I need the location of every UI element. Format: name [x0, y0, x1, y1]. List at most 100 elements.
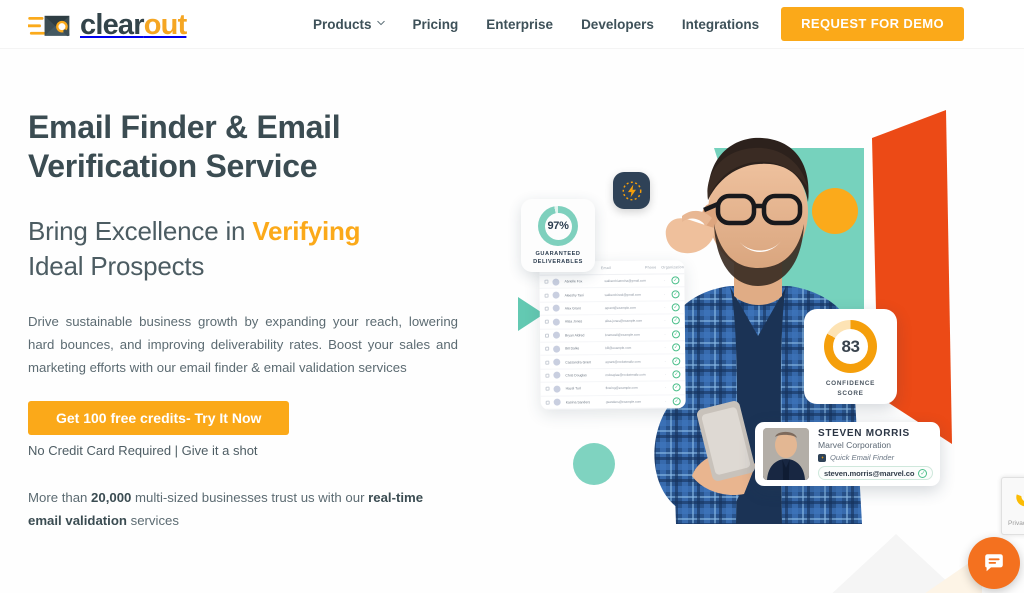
row-email: agrant@rocketmailz.com [605, 359, 641, 364]
contact-name: STEVEN MORRIS [818, 427, 910, 439]
confidence-donut-chart: 83 [824, 320, 877, 373]
nav-label: Integrations [681, 17, 760, 32]
page-title: Email Finder & Email Verification Servic… [28, 108, 474, 186]
get-free-credits-button[interactable]: Get 100 free credits- Try It Now [28, 401, 290, 436]
request-demo-button[interactable]: REQUEST FOR DEMO [781, 7, 964, 41]
row-verified-icon: ✓ [671, 276, 680, 285]
row-verified-icon: ✓ [672, 356, 681, 365]
hero-copy: Email Finder & Email Verification Servic… [28, 108, 474, 533]
contact-source-label: Quick Email Finder [830, 453, 895, 462]
row-phone: - [664, 318, 666, 323]
no-credit-card-note: No Credit Card Required | Give it a shot [28, 443, 258, 459]
row-verified-icon: ✓ [672, 396, 681, 406]
row-checkbox[interactable] [545, 360, 550, 365]
row-checkbox[interactable] [544, 333, 550, 338]
row-checkbox[interactable] [544, 279, 549, 284]
deliverables-donut-chart: 97% [538, 206, 578, 246]
row-name: Katrina Sanders [565, 399, 591, 405]
subhead-suffix: Ideal Prospects [28, 250, 205, 281]
trust-middle: multi-sized businesses trust us with our [131, 490, 369, 506]
row-avatar-icon [553, 385, 561, 393]
deliverables-percent: 97% [544, 212, 572, 240]
trust-count: 20,000 [91, 490, 132, 506]
confidence-caption-line1: CONFIDENCE [825, 380, 876, 387]
row-avatar-icon [552, 278, 560, 286]
row-checkbox[interactable] [545, 373, 550, 378]
contact-company: Marvel Corporation [818, 440, 892, 450]
contact-email-pill: steven.morris@marvel.co ✓ [818, 466, 934, 480]
nav-item-enterprise[interactable]: Enterprise [486, 17, 553, 32]
deliverables-caption-line2: DELIVERABLES [533, 259, 583, 266]
verified-check-icon: ✓ [918, 468, 928, 478]
row-email: bill@example.com [605, 345, 632, 351]
row-checkbox[interactable] [544, 320, 549, 325]
row-email: walkerchinod@gmail.com [604, 292, 641, 297]
row-verified-icon: ✓ [672, 343, 681, 352]
row-phone: - [665, 399, 667, 404]
site-logo[interactable]: clearout [26, 6, 187, 44]
column-header-organization: Organization [661, 264, 685, 269]
nav-label: Pricing [412, 17, 459, 32]
row-verified-icon: ✓ [671, 303, 680, 312]
row-name: Alex Grant [564, 306, 581, 311]
row-email: agrant@example.com [604, 305, 636, 311]
contact-email: steven.morris@marvel.co [824, 468, 915, 478]
lightning-bolt-icon [622, 181, 641, 200]
page-root: clearout Products Pricing Enterprise Dev… [0, 0, 1024, 593]
email-list-panel: Name Email Phone Organization Abrielle F… [539, 260, 686, 410]
row-name: Chris Douglas [565, 373, 587, 378]
nav-item-pricing[interactable]: Pricing [413, 17, 459, 32]
trust-prefix: More than [28, 490, 92, 506]
column-header-phone: Phone [644, 265, 657, 270]
confidence-score-card: 83 CONFIDENCE SCORE [804, 309, 897, 404]
headline-line-2: Verification Service [28, 148, 318, 185]
chat-launcher-button[interactable] [968, 537, 1020, 589]
row-checkbox[interactable] [545, 400, 550, 405]
contact-result-card: STEVEN MORRIS Marvel Corporation Quick E… [755, 422, 940, 486]
row-name: Bill Dalke [565, 346, 580, 351]
column-header-email: Email [600, 265, 611, 270]
recaptcha-icon [1016, 494, 1024, 507]
nav-item-integrations[interactable]: Integrations [682, 17, 759, 32]
row-name: Cassandra Grant [565, 359, 592, 365]
nav-label: Products [313, 17, 372, 32]
nav-item-products[interactable]: Products [313, 17, 385, 32]
row-name: Abrielle Fox [564, 279, 583, 284]
row-email: mdouglas@rocketmailz.com [605, 372, 646, 377]
row-verified-icon: ✓ [671, 289, 680, 298]
table-row[interactable]: Katrina Sanders gsanders@example.com - ✓ [540, 394, 686, 410]
row-email: alisa.jones@example.com [604, 319, 643, 324]
row-email: flowing@example.com [605, 386, 638, 391]
deliverables-caption-line1: GUARANTEED [535, 251, 581, 257]
row-phone: - [664, 332, 666, 337]
hero-illustration: Name Email Phone Organization Abrielle F… [500, 44, 1024, 593]
row-phone: - [665, 385, 667, 390]
row-phone: - [664, 345, 666, 350]
row-name: Aleeshy Tani [564, 292, 584, 298]
row-avatar-icon [552, 318, 560, 326]
row-checkbox[interactable] [544, 293, 549, 298]
row-phone: - [664, 372, 666, 377]
clearout-envelope-icon [26, 8, 76, 42]
headline-line-1: Email Finder & Email [28, 109, 341, 145]
row-email: bramwell@example.com [604, 332, 640, 337]
recaptcha-privacy-label[interactable]: Privacy [1008, 520, 1024, 527]
row-email: walkerchiuencha@gmail.com [604, 278, 646, 284]
logo-text-out: out [143, 8, 187, 41]
row-avatar-icon [552, 305, 560, 313]
row-checkbox[interactable] [545, 346, 550, 351]
row-verified-icon: ✓ [672, 370, 681, 379]
row-checkbox[interactable] [544, 306, 549, 311]
decor-mint-circle [573, 443, 615, 485]
nav-item-developers[interactable]: Developers [581, 17, 654, 32]
row-email: gsanders@example.com [605, 399, 642, 404]
confidence-score-value: 83 [833, 329, 868, 364]
row-name: Alisa Jones [564, 319, 583, 324]
row-phone: - [664, 358, 666, 363]
primary-navigation: Products Pricing Enterprise Developers I… [313, 0, 824, 49]
avatar [763, 428, 809, 480]
row-checkbox[interactable] [545, 386, 550, 392]
site-header: clearout Products Pricing Enterprise Dev… [0, 0, 1024, 49]
guaranteed-deliverables-card: 97% GUARANTEED DELIVERABLES [521, 199, 595, 272]
recaptcha-badge[interactable]: Privacy [1001, 477, 1024, 535]
